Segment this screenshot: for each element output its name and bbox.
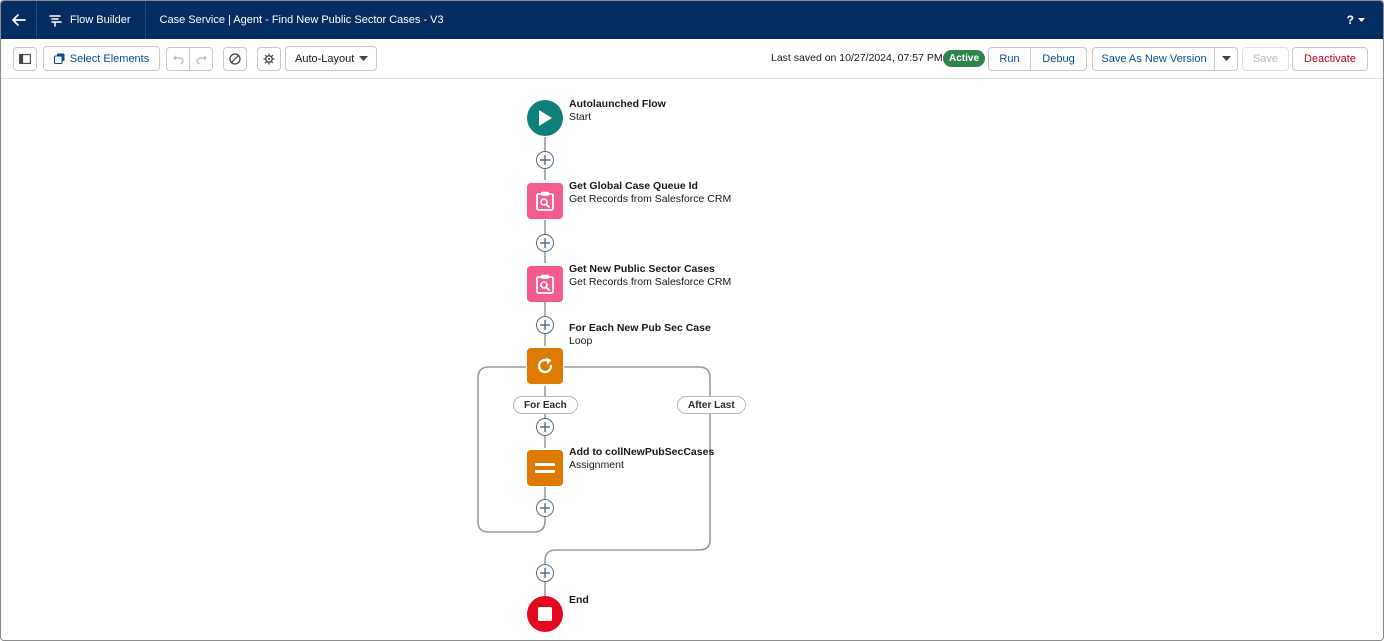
get-cases-node-subtitle: Get Records from Salesforce CRM <box>569 275 732 288</box>
dropdown-arrow-icon <box>359 56 368 61</box>
get-cases-node-title: Get New Public Sector Cases <box>569 263 715 275</box>
chevron-down-icon <box>1221 56 1231 61</box>
help-menu[interactable]: ? <box>1347 13 1365 27</box>
assignment-node-title: Add to collNewPubSecCases <box>569 446 715 458</box>
assignment-node[interactable] <box>527 450 563 486</box>
app-name: Flow Builder <box>70 14 131 26</box>
save-options-button[interactable] <box>1214 47 1238 71</box>
start-node-label: Autolaunched Flow Start <box>569 98 666 123</box>
help-label: ? <box>1346 13 1354 27</box>
undo-button[interactable] <box>166 47 190 71</box>
flow-builder-icon <box>49 14 62 27</box>
add-element-button[interactable] <box>536 499 554 517</box>
chevron-down-icon <box>1358 17 1365 22</box>
loop-node-label: For Each New Pub Sec Case Loop <box>569 322 711 347</box>
get-records-icon <box>536 274 554 294</box>
plus-icon <box>540 238 550 248</box>
get-queue-node-title: Get Global Case Queue Id <box>569 180 698 192</box>
deactivate-button[interactable]: Deactivate <box>1292 47 1368 71</box>
end-node[interactable] <box>527 596 563 632</box>
add-element-button[interactable] <box>536 418 554 436</box>
select-elements-button[interactable]: Select Elements <box>43 46 160 71</box>
assignment-node-label: Add to collNewPubSecCases Assignment <box>569 446 714 471</box>
get-queue-node-label: Get Global Case Queue Id Get Records fro… <box>569 180 731 205</box>
get-queue-node[interactable] <box>527 183 563 219</box>
loop-node-subtitle: Loop <box>569 334 593 347</box>
assignment-icon <box>535 463 555 473</box>
plus-icon <box>540 503 550 513</box>
select-elements-icon <box>53 53 65 64</box>
plus-icon <box>540 422 550 432</box>
get-cases-node-label: Get New Public Sector Cases Get Records … <box>569 263 731 288</box>
get-records-icon <box>536 191 554 211</box>
add-element-button[interactable] <box>536 564 554 582</box>
last-saved-text: Last saved on 10/27/2024, 07:57 PM <box>771 52 943 64</box>
app-header: Flow Builder Case Service | Agent - Find… <box>1 1 1383 39</box>
gear-icon <box>263 53 275 65</box>
assignment-node-subtitle: Assignment <box>569 458 624 471</box>
plus-icon <box>540 155 550 165</box>
get-queue-node-subtitle: Get Records from Salesforce CRM <box>569 192 732 205</box>
add-element-button[interactable] <box>536 151 554 169</box>
ban-icon <box>229 53 241 65</box>
run-button[interactable]: Run <box>988 47 1031 71</box>
start-node[interactable] <box>527 100 563 136</box>
add-element-button[interactable] <box>536 234 554 252</box>
flow-canvas[interactable]: Autolaunched Flow Start Get Global Case … <box>1 80 1383 640</box>
stop-icon <box>538 607 552 621</box>
save-as-new-version-button[interactable]: Save As New Version <box>1092 47 1216 71</box>
plus-icon <box>540 568 550 578</box>
app-name-area: Flow Builder <box>37 1 146 39</box>
debug-button[interactable]: Debug <box>1030 47 1087 71</box>
select-elements-label: Select Elements <box>69 52 150 65</box>
plus-icon <box>540 320 550 330</box>
end-node-title: End <box>569 594 589 606</box>
start-node-title: Autolaunched Flow <box>569 98 666 110</box>
after-last-path-label: After Last <box>677 396 746 414</box>
end-node-label: End <box>569 594 589 607</box>
add-element-button[interactable] <box>536 316 554 334</box>
layout-select-value: Auto-Layout <box>295 52 355 65</box>
toolbar: Select Elements Auto-Layout Last saved o… <box>1 39 1383 79</box>
redo-icon <box>195 55 207 64</box>
panel-toggle-icon <box>19 54 31 64</box>
flow-builder-window: Flow Builder Case Service | Agent - Find… <box>0 0 1384 641</box>
undo-icon <box>172 55 184 64</box>
layout-select[interactable]: Auto-Layout <box>285 46 377 71</box>
loop-icon <box>537 357 553 374</box>
play-icon <box>539 110 552 126</box>
settings-button[interactable] <box>257 47 281 71</box>
errors-button[interactable] <box>223 47 247 71</box>
loop-node[interactable] <box>527 348 563 384</box>
loop-node-title: For Each New Pub Sec Case <box>569 322 711 334</box>
flow-connectors <box>477 137 711 596</box>
back-button[interactable] <box>1 1 37 39</box>
back-arrow-icon <box>11 14 26 26</box>
save-button[interactable]: Save <box>1242 47 1289 71</box>
flow-title: Case Service | Agent - Find New Public S… <box>159 14 444 26</box>
get-cases-node[interactable] <box>527 266 563 302</box>
redo-button[interactable] <box>189 47 213 71</box>
start-node-subtitle: Start <box>569 110 592 123</box>
for-each-path-label: For Each <box>513 396 578 414</box>
toggle-panel-button[interactable] <box>13 47 37 71</box>
status-badge: Active <box>943 50 986 67</box>
